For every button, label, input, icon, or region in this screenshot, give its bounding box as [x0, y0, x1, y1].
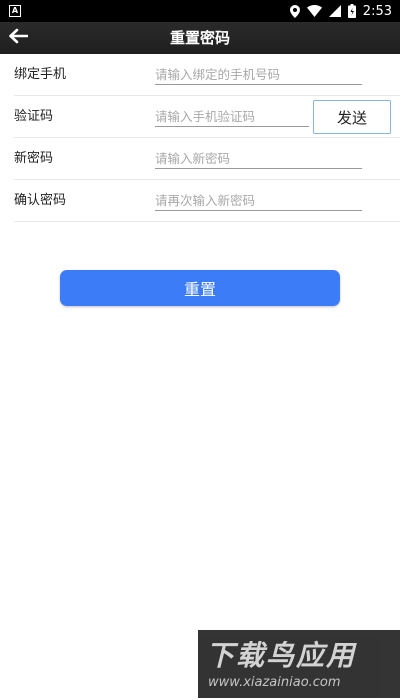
watermark: 下载鸟应用 www.xiazainiao.com	[198, 630, 400, 698]
confirm-password-input[interactable]	[155, 190, 362, 211]
new-password-row: 新密码	[14, 138, 400, 180]
location-icon	[289, 4, 300, 18]
watermark-url: www.xiazainiao.com	[208, 675, 341, 690]
code-label: 验证码	[14, 109, 54, 124]
status-time: 2:53	[362, 3, 392, 19]
code-row: 验证码 发送	[14, 96, 400, 138]
signal-icon	[328, 5, 341, 17]
confirm-password-row: 确认密码	[14, 180, 400, 222]
confirm-password-label: 确认密码	[14, 193, 67, 208]
battery-icon	[347, 4, 356, 18]
watermark-title: 下载鸟应用	[206, 639, 357, 672]
wifi-icon	[306, 5, 322, 17]
status-icons: 2:53	[289, 3, 392, 19]
status-bar: A 2:53	[0, 0, 400, 22]
phone-input[interactable]	[155, 64, 362, 85]
new-password-input[interactable]	[155, 148, 362, 169]
reset-button[interactable]: 重置	[60, 270, 340, 306]
phone-row: 绑定手机	[14, 54, 400, 96]
notification-app-icon: A	[9, 5, 21, 17]
app-bar: 重置密码	[0, 22, 400, 54]
code-input[interactable]	[155, 106, 309, 127]
phone-label: 绑定手机	[14, 67, 67, 82]
send-code-button[interactable]: 发送	[313, 100, 391, 134]
page-title: 重置密码	[169, 29, 230, 47]
new-password-label: 新密码	[14, 151, 54, 166]
